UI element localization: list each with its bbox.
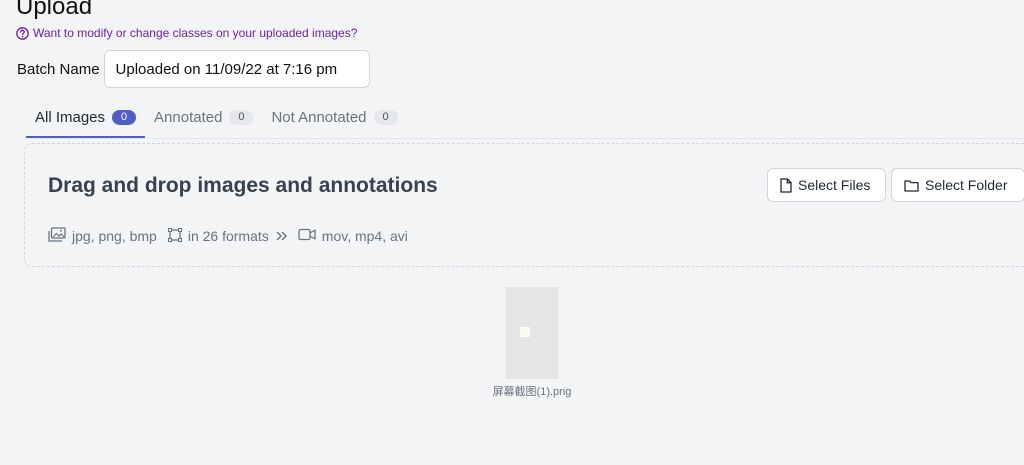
- image-formats-text: jpg, png, bmp: [72, 228, 157, 244]
- select-files-button[interactable]: Select Files: [767, 168, 886, 202]
- uploaded-file-card[interactable]: 屏幕截图(1).png: [486, 287, 578, 399]
- tab-all-images[interactable]: All Images 0: [26, 98, 146, 138]
- tab-label: Annotated: [154, 108, 223, 126]
- image-formats: jpg, png, bmp: [48, 227, 157, 245]
- video-formats-text: mov, mp4, avi: [321, 228, 408, 244]
- select-folder-label: Select Folder: [925, 177, 1008, 193]
- tab-not-annotated[interactable]: Not Annotated 0: [262, 98, 406, 138]
- tab-label: Not Annotated: [271, 108, 367, 126]
- batch-name-input[interactable]: [103, 50, 370, 88]
- tab-annotated[interactable]: Annotated 0: [145, 98, 262, 138]
- folder-icon: [904, 179, 919, 192]
- count-badge: 0: [229, 109, 254, 125]
- count-badge: 0: [112, 109, 137, 125]
- count-badge: 0: [373, 109, 398, 125]
- dropzone-title: Drag and drop images and annotations: [48, 174, 438, 197]
- tab-label: All Images: [35, 108, 106, 126]
- batch-name-label: Batch Name: [17, 60, 100, 78]
- annotation-formats-text: in 26 formats: [187, 228, 269, 244]
- upload-dropzone[interactable]: Drag and drop images and annotations Sel…: [24, 143, 1024, 267]
- select-folder-button[interactable]: Select Folder: [891, 168, 1024, 202]
- bounding-box-icon: [167, 227, 182, 245]
- help-link-text[interactable]: Want to modify or change classes on your…: [33, 26, 357, 40]
- page-title: Upload: [16, 0, 93, 20]
- image-filter-tabs: All Images 0 Annotated 0 Not Annotated 0: [26, 98, 1024, 139]
- images-icon: [48, 227, 66, 245]
- thumbnail-content: [520, 327, 530, 337]
- video-formats: mov, mp4, avi: [298, 228, 408, 244]
- chevrons-right-icon[interactable]: [276, 228, 287, 244]
- question-circle-icon: [16, 26, 29, 40]
- video-camera-icon: [298, 228, 316, 244]
- select-files-label: Select Files: [798, 177, 871, 193]
- file-name: 屏幕截图(1).png: [492, 386, 572, 398]
- file-icon: [780, 177, 792, 193]
- batch-name-row: Batch Name: [17, 50, 370, 88]
- supported-formats: jpg, png, bmp in 26 formats mov, mp4, av…: [48, 227, 419, 245]
- help-link[interactable]: Want to modify or change classes on your…: [16, 26, 357, 40]
- upload-page: Upload Want to modify or change classes …: [0, 0, 1024, 465]
- image-thumbnail[interactable]: [506, 287, 558, 379]
- annotation-formats: in 26 formats: [167, 227, 287, 245]
